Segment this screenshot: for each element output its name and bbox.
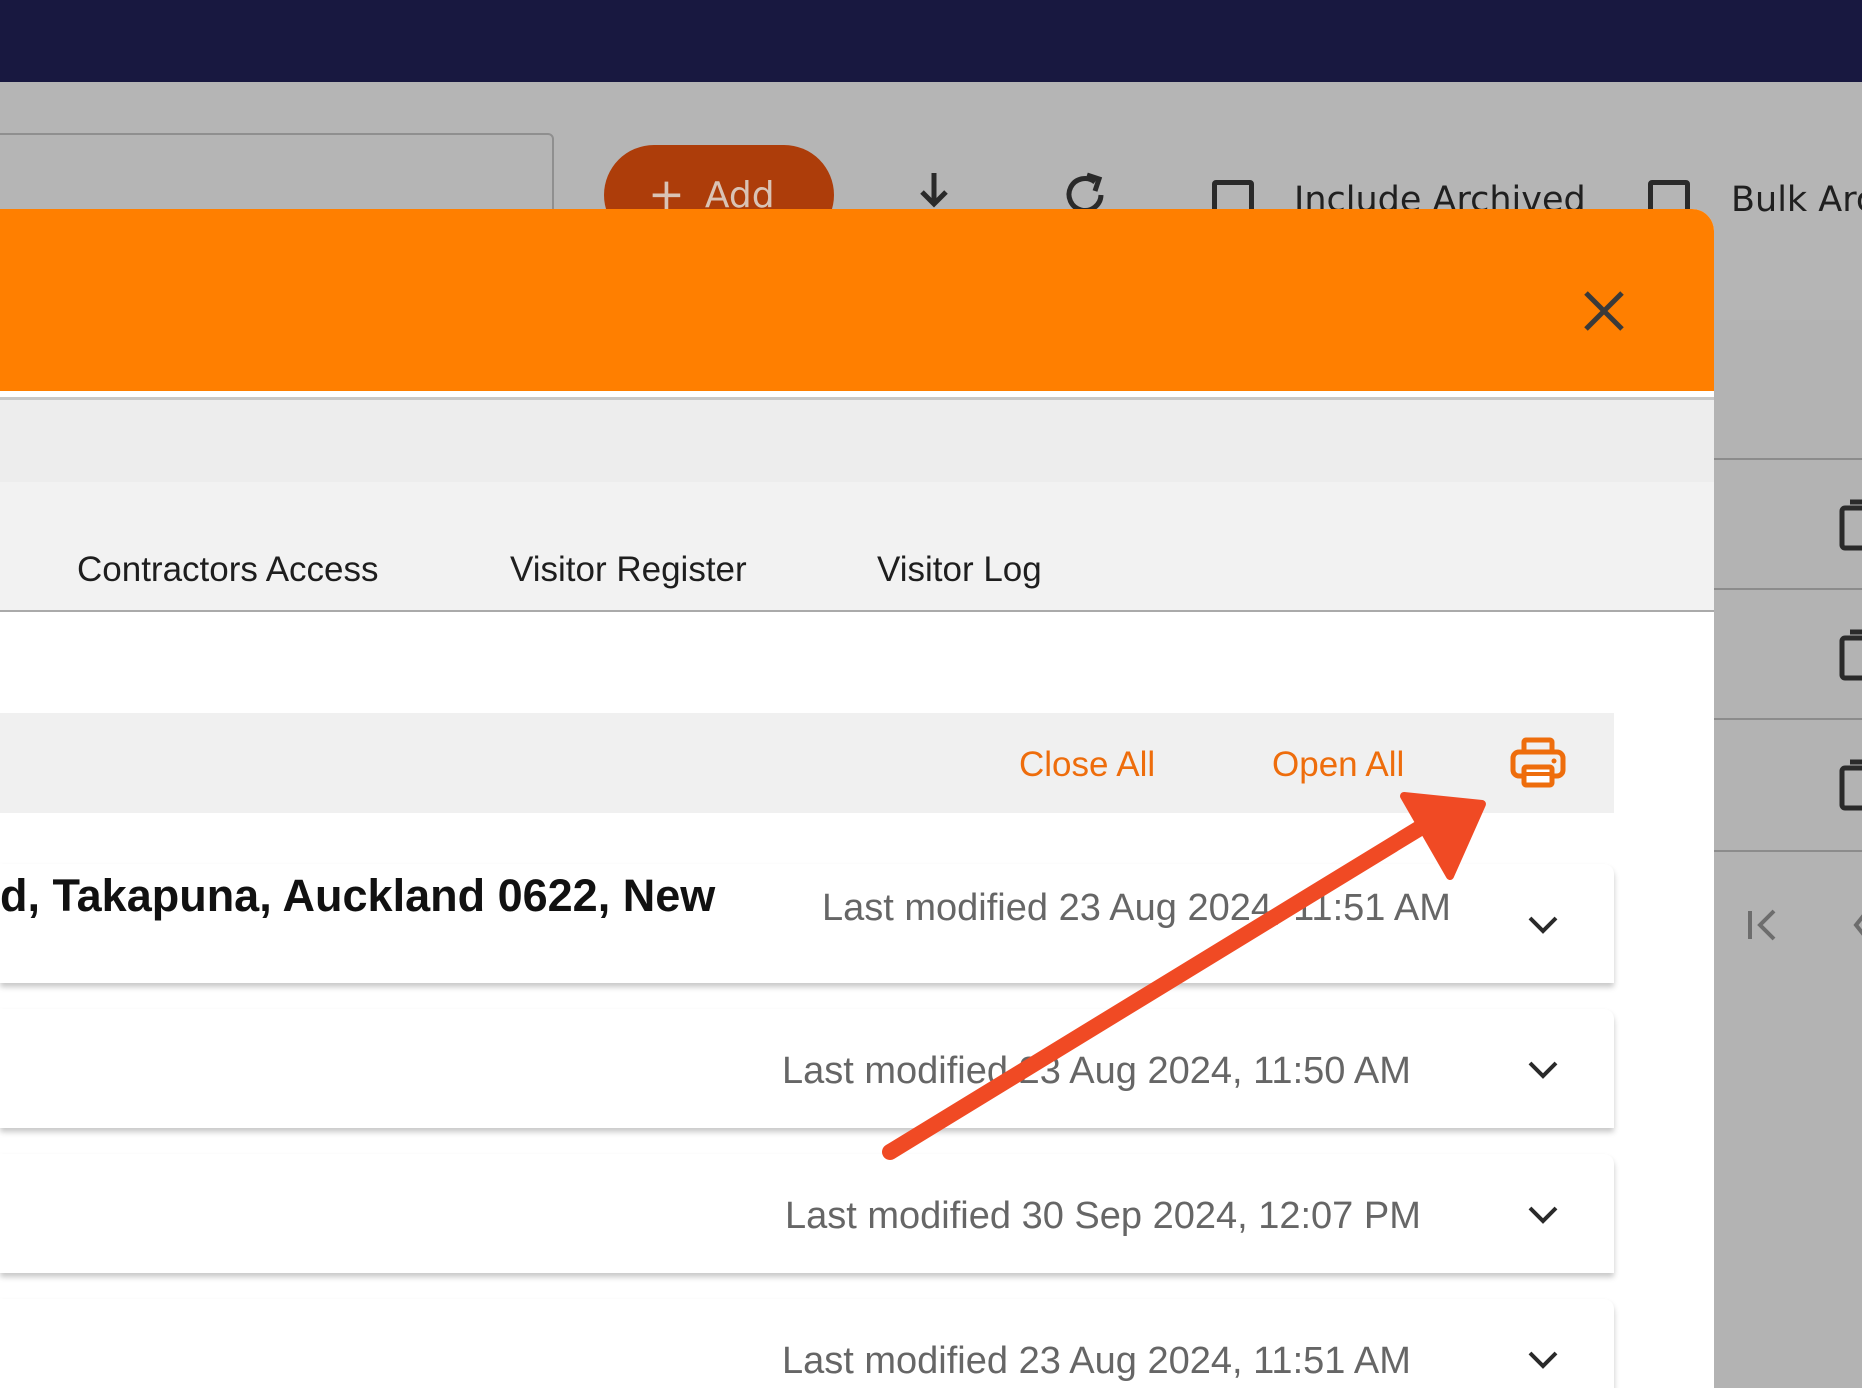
close-all-button[interactable]: Close All	[1019, 745, 1155, 785]
site-details-modal: Contractors Access Visitor Register Visi…	[0, 209, 1714, 1388]
card-last-modified: Last modified 30 Sep 2024, 12:07 PM	[785, 1195, 1421, 1237]
tab-bar: Contractors Access Visitor Register Visi…	[0, 400, 1714, 612]
row-divider	[1714, 850, 1862, 852]
first-page-icon[interactable]	[1744, 905, 1784, 945]
copy-icon[interactable]	[1838, 758, 1862, 814]
tab-visitor-register[interactable]: Visitor Register	[510, 550, 747, 590]
card-last-modified: Last modified 23 Aug 2024, 11:50 AM	[782, 1050, 1411, 1092]
copy-icon[interactable]	[1838, 498, 1862, 554]
tab-contractors-access[interactable]: Contractors Access	[77, 550, 379, 590]
list-item[interactable]: Last modified 23 Aug 2024, 11:50 AM	[0, 1009, 1614, 1128]
card-last-modified: Last modified 23 Aug 2024, 11:51 AM	[782, 1340, 1411, 1382]
chevron-down-icon[interactable]	[1526, 914, 1560, 936]
list-item[interactable]: Last modified 30 Sep 2024, 12:07 PM	[0, 1154, 1614, 1273]
copy-icon[interactable]	[1838, 628, 1862, 684]
row-divider	[1714, 458, 1862, 460]
card-title: d, Takapuna, Auckland 0622, New	[0, 870, 716, 921]
top-nav-bar	[0, 0, 1862, 82]
accordion-toolbar: Close All Open All	[0, 713, 1614, 813]
chevron-down-icon[interactable]	[1526, 1204, 1560, 1226]
chevron-down-icon[interactable]	[1526, 1349, 1560, 1371]
row-divider	[1714, 718, 1862, 720]
list-item[interactable]: d, Takapuna, Auckland 0622, New Last mod…	[0, 864, 1614, 983]
bulk-archive-label: Bulk Arc	[1731, 180, 1862, 220]
row-divider	[1714, 588, 1862, 590]
close-icon[interactable]	[1578, 285, 1630, 337]
print-icon[interactable]	[1510, 737, 1566, 789]
plus-icon: +	[648, 169, 685, 220]
list-item[interactable]: Last modified 23 Aug 2024, 11:51 AM	[0, 1299, 1614, 1388]
background-table-panel	[1714, 320, 1862, 1388]
tab-visitor-log[interactable]: Visitor Log	[877, 550, 1042, 590]
modal-header	[0, 209, 1714, 395]
previous-page-icon[interactable]	[1848, 905, 1862, 945]
card-last-modified: Last modified 23 Aug 2024, 11:51 AM	[822, 887, 1451, 929]
tab-strip	[0, 482, 1714, 612]
open-all-button[interactable]: Open All	[1272, 745, 1404, 785]
chevron-down-icon[interactable]	[1526, 1059, 1560, 1081]
